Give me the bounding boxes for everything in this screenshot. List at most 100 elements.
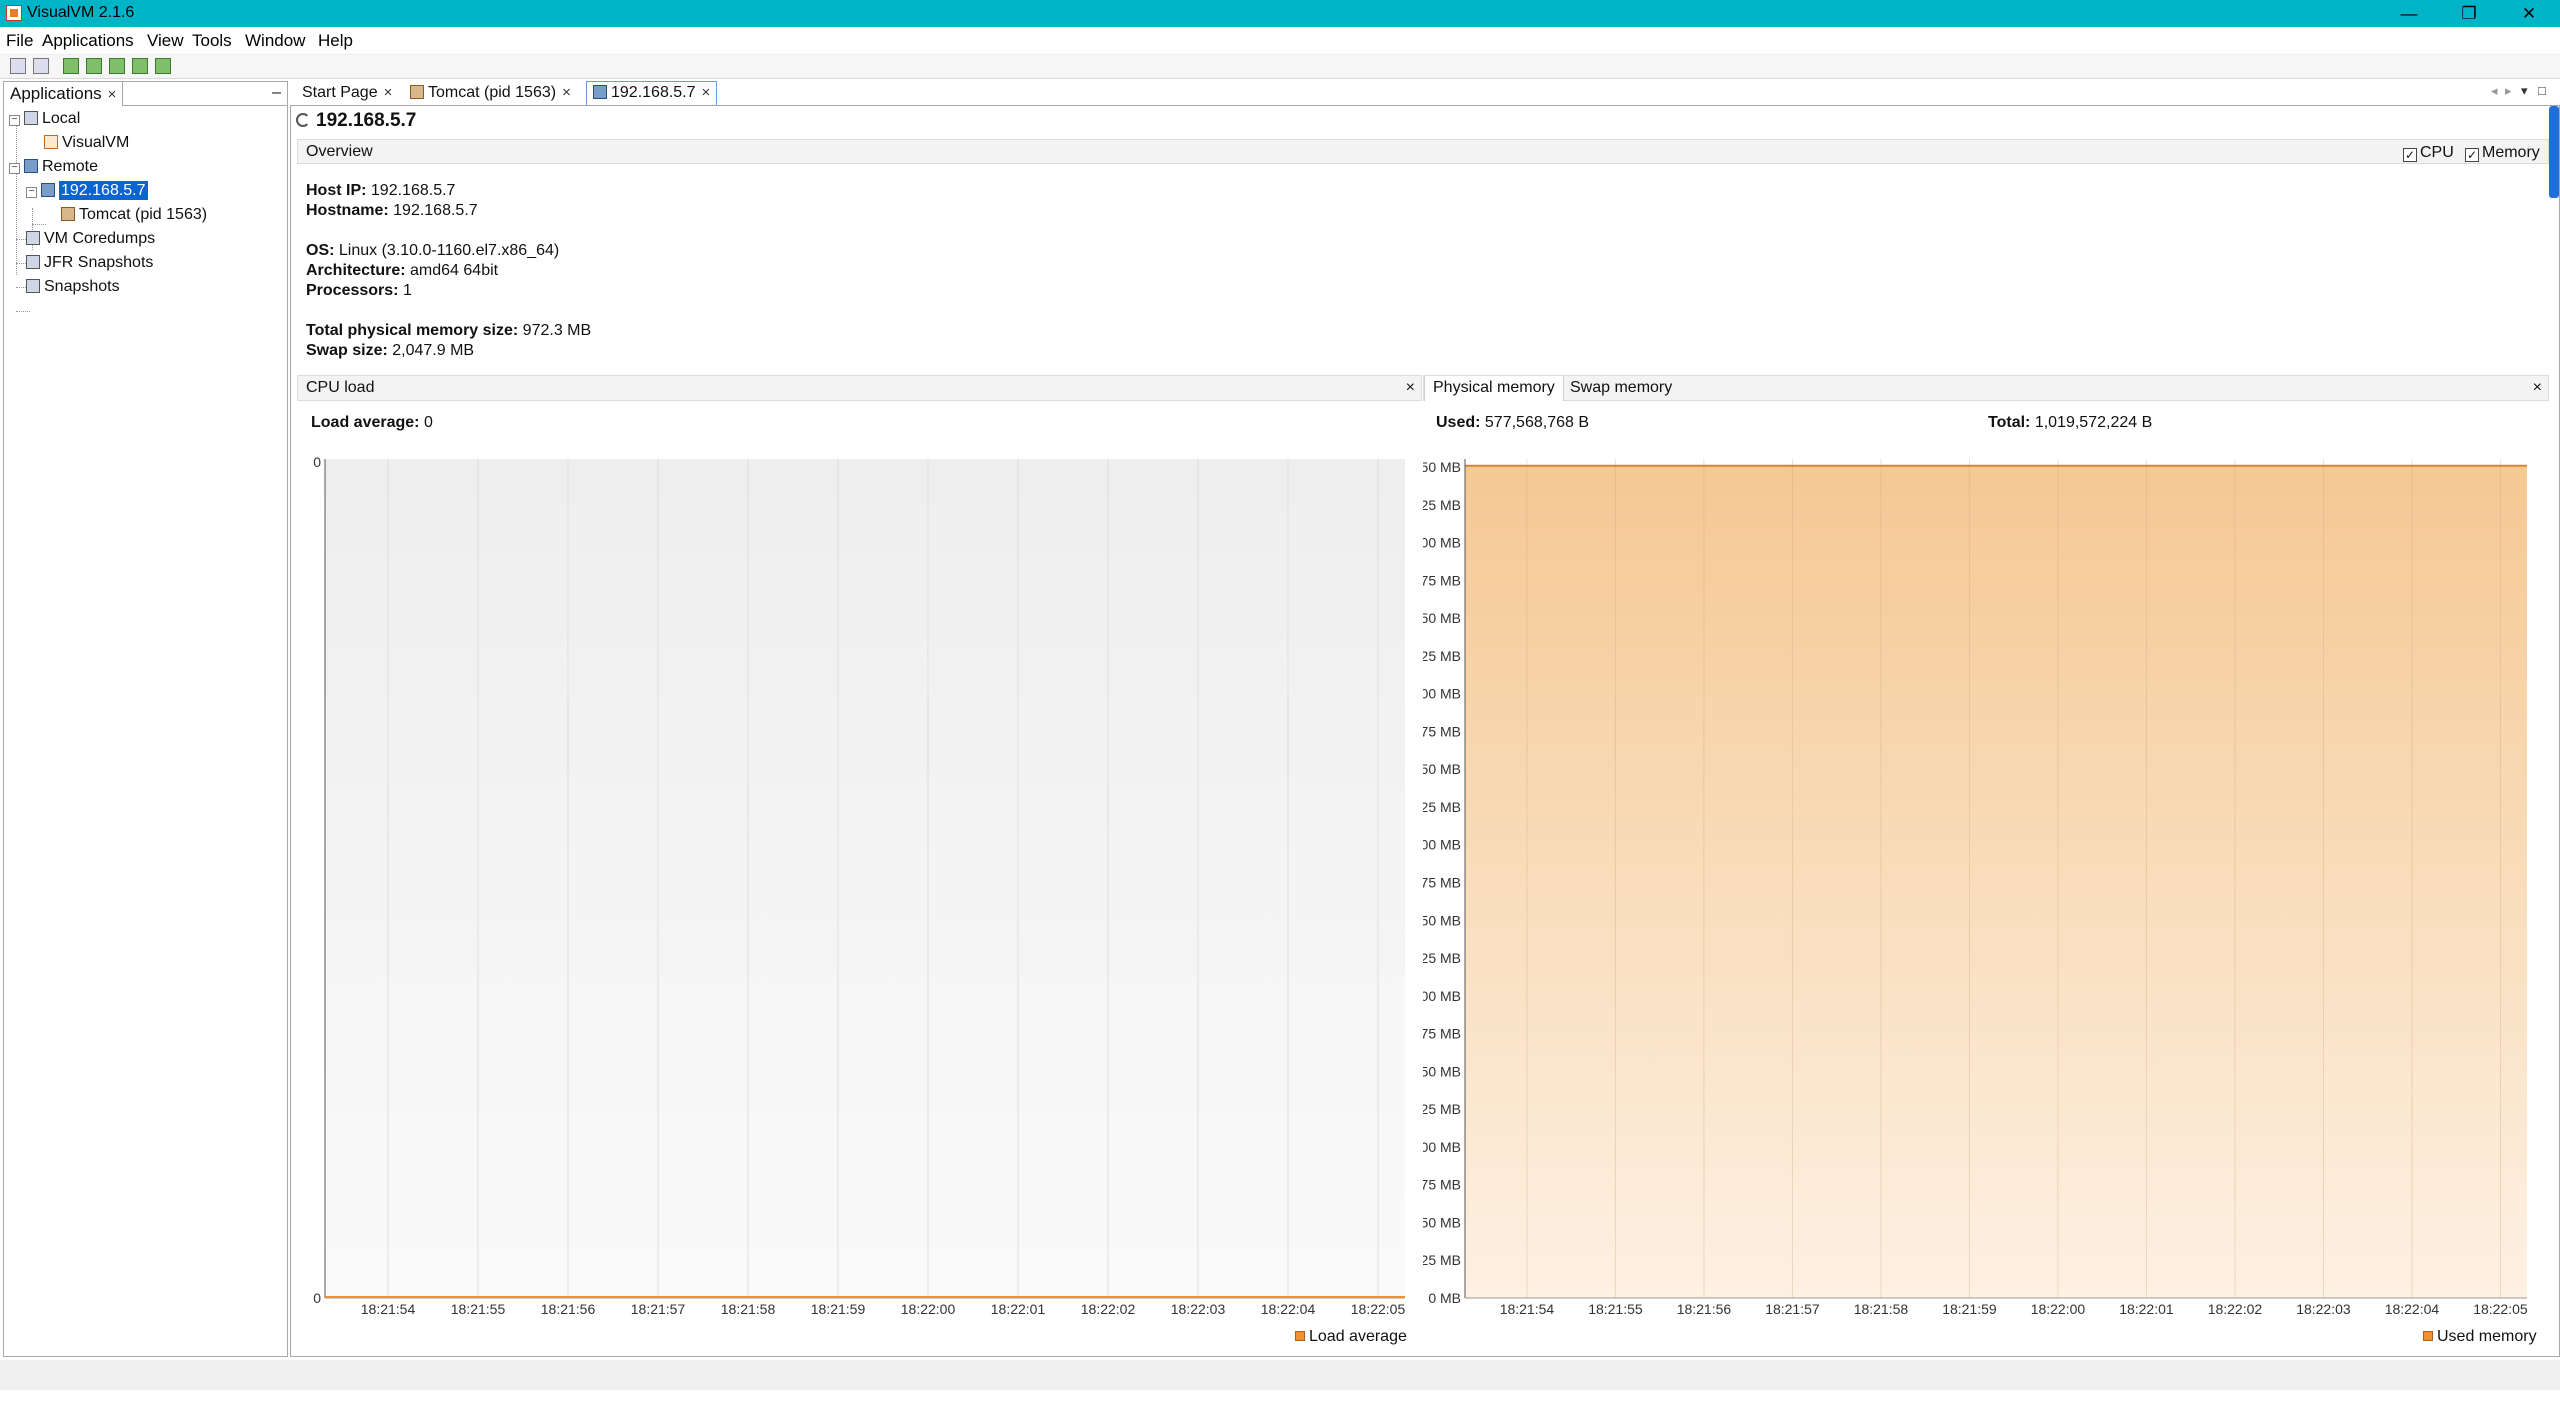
host-header: 192.168.5.7 <box>296 110 416 136</box>
add-remote-host-icon[interactable] <box>63 58 79 74</box>
close-icon[interactable]: × <box>1406 379 1415 397</box>
cpu-load-tab-bar: CPU load × <box>297 375 1422 401</box>
restore-button[interactable]: ❐ <box>2440 0 2498 27</box>
close-icon[interactable]: × <box>702 84 711 101</box>
tab-host[interactable]: 192.168.5.7 × <box>586 81 718 105</box>
window-title: VisualVM 2.1.6 <box>27 4 135 21</box>
close-icon[interactable]: × <box>562 84 571 101</box>
y-tick-label: 275 MB <box>1423 875 1461 891</box>
scroll-right-icon[interactable]: ▸ <box>2505 83 2512 99</box>
x-tick-label: 18:21:58 <box>721 1301 776 1317</box>
tree-node-jfr-snapshots[interactable]: JFR Snapshots <box>26 252 153 274</box>
y-tick-label: 300 MB <box>1423 837 1461 853</box>
x-tick-label: 18:22:02 <box>1081 1301 1136 1317</box>
cpu-checkbox[interactable]: ✓ CPU <box>2403 144 2454 162</box>
tree-node-tomcat[interactable]: Tomcat (pid 1563) <box>61 204 207 226</box>
tab-swap-memory[interactable]: Swap memory <box>1562 376 1680 401</box>
toolbar <box>0 55 2560 79</box>
add-jfr-icon[interactable] <box>155 58 171 74</box>
tree-node-visualvm[interactable]: VisualVM <box>44 132 129 154</box>
physical-memory-chart: 18:21:54 18:21:55 18:21:56 18:21:57 18:21:58… <box>1423 459 2528 1317</box>
add-snapshot-icon[interactable] <box>109 58 125 74</box>
readout-value: 1,019,572,224 B <box>2034 414 2153 431</box>
menu-tools[interactable]: Tools <box>192 31 232 51</box>
save-icon[interactable] <box>33 58 49 74</box>
info-label: Hostname: <box>306 202 389 219</box>
info-value: 972.3 MB <box>522 322 592 339</box>
tab-label: Start Page <box>302 84 378 101</box>
tab-physical-memory[interactable]: Physical memory <box>1424 376 1564 401</box>
collapse-icon[interactable]: − <box>26 187 37 198</box>
vertical-scrollbar[interactable] <box>2549 106 2559 198</box>
tab-start-page[interactable]: Start Page × <box>295 81 399 105</box>
collapse-icon[interactable]: − <box>9 115 20 126</box>
tree-label: Snapshots <box>44 278 120 295</box>
memory-tab-bar: Physical memory Swap memory × <box>1423 375 2549 401</box>
refresh-icon <box>296 113 310 127</box>
legend-label: Load average <box>1309 1328 1407 1345</box>
minimize-button[interactable]: — <box>2380 0 2438 27</box>
info-label: Architecture: <box>306 262 406 279</box>
y-tick-label: 25 MB <box>1423 1252 1461 1268</box>
add-coredump-icon[interactable] <box>132 58 148 74</box>
add-jmx-connection-icon[interactable] <box>86 58 102 74</box>
swap-size-line: Swap size: 2,047.9 MB <box>306 342 474 360</box>
info-label: Processors: <box>306 282 399 299</box>
menu-applications[interactable]: Applications <box>42 31 134 51</box>
info-label: Host IP: <box>306 182 367 199</box>
tab-list-icon[interactable]: ▾ <box>2521 83 2528 99</box>
info-value: 192.168.5.7 <box>393 202 478 219</box>
y-tick-label: 100 MB <box>1423 1139 1461 1155</box>
memory-checkbox[interactable]: ✓ Memory <box>2465 144 2540 162</box>
computer-icon <box>24 111 38 125</box>
y-tick-label: 550 MB <box>1423 459 1461 475</box>
checkmark-icon: ✓ <box>2465 148 2479 162</box>
x-tick-label: 18:21:54 <box>1500 1301 1555 1317</box>
maximize-icon[interactable]: □ <box>2538 83 2546 98</box>
tab-label: 192.168.5.7 <box>611 84 696 101</box>
x-tick-label: 18:21:55 <box>451 1301 506 1317</box>
page-title: 192.168.5.7 <box>316 110 417 131</box>
x-tick-label: 18:21:56 <box>541 1301 596 1317</box>
jfr-icon <box>26 255 40 269</box>
memory-checkbox-label: Memory <box>2482 144 2540 161</box>
tree-node-local[interactable]: − Local <box>9 108 80 130</box>
close-icon[interactable]: × <box>108 86 117 103</box>
y-tick-label: 325 MB <box>1423 799 1461 815</box>
menu-help[interactable]: Help <box>318 31 353 51</box>
menu-view[interactable]: View <box>147 31 184 51</box>
x-tick-label: 18:22:05 <box>2473 1301 2528 1317</box>
snapshot-icon <box>26 279 40 293</box>
menu-file[interactable]: File <box>6 31 33 51</box>
y-tick-label: 225 MB <box>1423 950 1461 966</box>
legend-label: Used memory <box>2437 1328 2537 1345</box>
tree-node-snapshots[interactable]: Snapshots <box>26 276 120 298</box>
tree-node-remote[interactable]: − Remote <box>9 156 98 178</box>
menu-bar: File Applications View Tools Window Help <box>0 27 2560 55</box>
x-tick-label: 18:22:02 <box>2208 1301 2263 1317</box>
tree-label: VisualVM <box>62 134 130 151</box>
processors-line: Processors: 1 <box>306 282 412 300</box>
tab-cpu-load[interactable]: CPU load <box>298 376 382 401</box>
minimize-panel-icon[interactable]: – <box>272 84 281 102</box>
close-window-button[interactable]: ✕ <box>2500 0 2558 27</box>
close-icon[interactable]: × <box>2533 379 2542 397</box>
legend-swatch <box>2423 1331 2433 1341</box>
tree-label: JFR Snapshots <box>44 254 154 271</box>
tab-applications[interactable]: Applications × <box>4 82 124 106</box>
scroll-left-icon[interactable]: ◂ <box>2491 83 2498 99</box>
load-icon[interactable] <box>10 58 26 74</box>
y-tick-label: 0 MB <box>1428 1290 1461 1306</box>
tree-node-host[interactable]: − 192.168.5.7 <box>26 180 148 202</box>
total-memory-readout: Total: 1,019,572,224 B <box>1988 414 2152 432</box>
x-tick-label: 18:21:56 <box>1677 1301 1732 1317</box>
info-value: amd64 64bit <box>410 262 499 279</box>
cpu-load-chart: 18:21:54 18:21:55 18:21:56 18:21:57 18:21:58… <box>313 454 1405 1317</box>
y-tick-label: 150 MB <box>1423 1063 1461 1079</box>
collapse-icon[interactable]: − <box>9 163 20 174</box>
tab-tomcat[interactable]: Tomcat (pid 1563) × <box>403 81 578 105</box>
tomcat-icon <box>410 85 424 99</box>
tree-node-coredumps[interactable]: VM Coredumps <box>26 228 155 250</box>
close-icon[interactable]: × <box>384 84 393 101</box>
menu-window[interactable]: Window <box>245 31 305 51</box>
